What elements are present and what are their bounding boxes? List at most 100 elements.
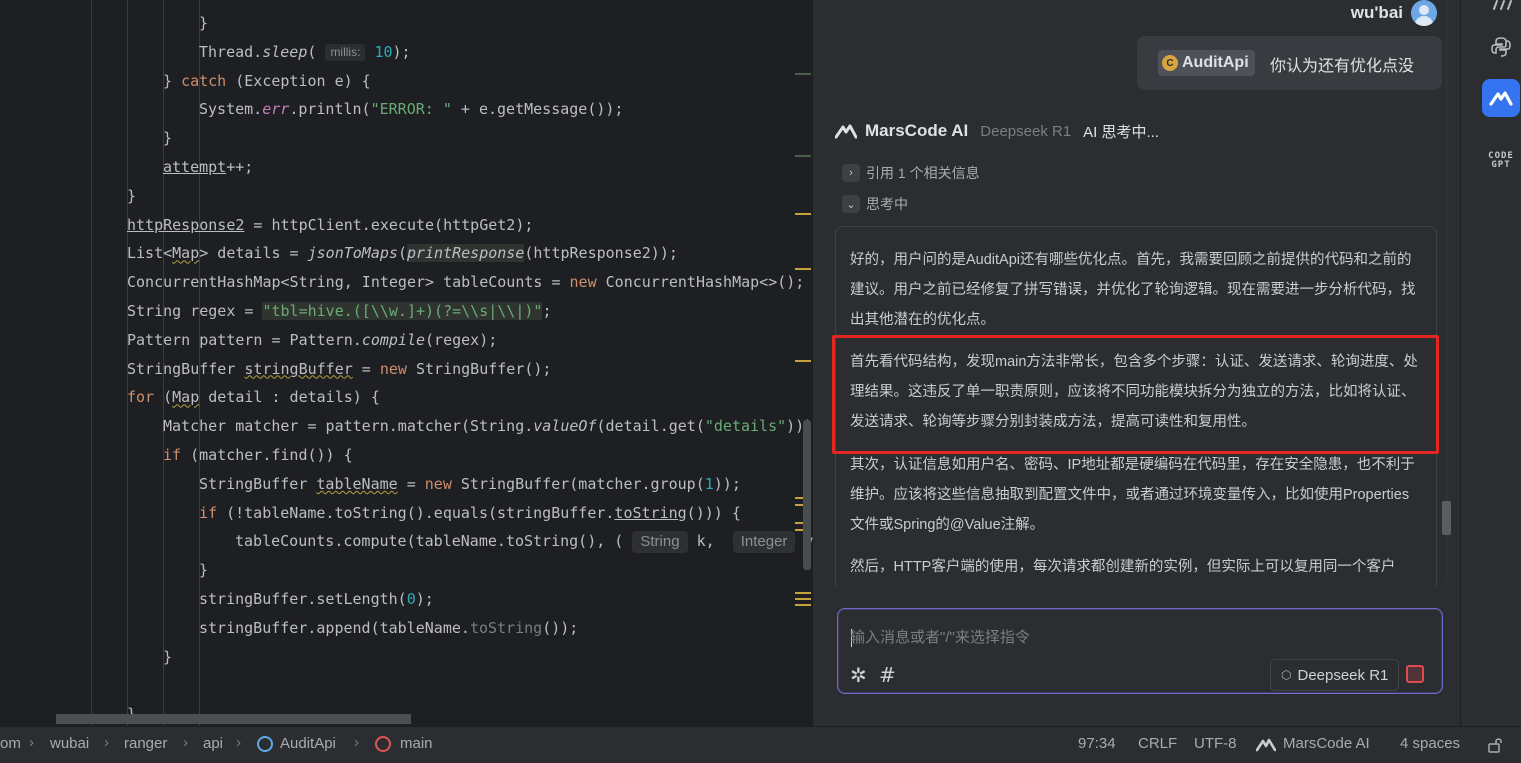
- warning-marker: [795, 604, 811, 606]
- chevron-right-icon: ›: [183, 734, 188, 751]
- right-tool-strip: CODE GPT: [1460, 0, 1521, 726]
- marscode-tool-icon[interactable]: [1482, 79, 1520, 117]
- file-reference-chip[interactable]: C AuditApi: [1158, 50, 1255, 76]
- code-token: (: [397, 244, 407, 263]
- code-token: StringBuffer(matcher.group(: [451, 474, 705, 493]
- thinking-paragraph: 好的，用户问的是AuditApi还有哪些优化点。首先，我需要回顾之前提供的代码和…: [850, 252, 1416, 328]
- line-ending[interactable]: CRLF: [1138, 735, 1177, 752]
- code-token: tableName: [316, 474, 398, 493]
- chevron-right-icon: ›: [842, 164, 860, 182]
- assistant-header: MarsCode AI Deepseek R1 AI 思考中...: [835, 119, 1159, 143]
- code-token: (: [307, 42, 326, 61]
- warning-marker: [795, 268, 811, 270]
- code-token: (: [154, 388, 173, 407]
- breadcrumb-item[interactable]: AuditApi: [280, 735, 336, 752]
- assistant-model: Deepseek R1: [980, 122, 1072, 140]
- code-token: String regex =: [127, 302, 263, 320]
- chat-scrollbar[interactable]: [1442, 501, 1451, 535]
- thinking-paragraph: 然后，HTTP客户端的使用，每次请求都创建新的实例，但实际上可以复用同一个客户: [850, 559, 1396, 575]
- ai-tool-icon[interactable]: [1482, 0, 1520, 24]
- breadcrumb-item[interactable]: api: [203, 735, 223, 752]
- stop-button[interactable]: [1406, 665, 1424, 683]
- breadcrumb-item[interactable]: wubai: [50, 735, 89, 752]
- code-token: err: [262, 100, 290, 119]
- code-token: Thread.: [199, 42, 263, 61]
- code-line: }: [163, 126, 172, 150]
- class-icon: [257, 736, 273, 752]
- breadcrumb-item[interactable]: ranger: [124, 735, 167, 752]
- user-message-bubble: C AuditApi 你认为还有优化点没: [1137, 36, 1442, 90]
- code-token: ));: [713, 474, 741, 493]
- chevron-right-icon: ›: [104, 734, 109, 751]
- change-marker: [795, 155, 811, 157]
- code-token: ++;: [226, 158, 254, 176]
- editor-horizontal-scrollbar[interactable]: [56, 714, 411, 724]
- code-token: for: [127, 388, 155, 407]
- code-token: 1: [704, 474, 714, 493]
- code-token: =: [397, 474, 425, 493]
- code-token: }: [127, 186, 137, 205]
- thinking-toggle[interactable]: ⌄ 思考中: [842, 194, 908, 214]
- code-editor[interactable]: } Thread.sleep( millis: 10);} catch (Exce…: [0, 0, 813, 726]
- code-line: httpResponse2 = httpClient.execute(httpG…: [127, 213, 533, 237]
- reference-toggle-label: 引用 1 个相关信息: [866, 165, 980, 181]
- status-bar: om › wubai › ranger › api › AuditApi › m…: [0, 726, 1521, 763]
- inlay-hint: millis:: [325, 43, 366, 61]
- code-token: "details": [704, 417, 787, 436]
- unlock-icon[interactable]: [1487, 737, 1503, 753]
- code-line: } catch (Exception e) {: [163, 69, 371, 93]
- breadcrumb-item[interactable]: main: [400, 735, 433, 752]
- code-token: valueOf: [533, 417, 597, 436]
- indent-guide: [91, 0, 92, 726]
- thinking-toggle-label: 思考中: [866, 196, 908, 212]
- codegpt-icon[interactable]: CODE GPT: [1482, 142, 1520, 180]
- sparkle-icon[interactable]: ✲: [850, 664, 867, 686]
- chevron-down-icon: ⌄: [842, 195, 860, 213]
- code-token: }: [199, 14, 209, 32]
- code-token: 0: [406, 590, 416, 608]
- code-token: =: [352, 359, 380, 378]
- method-icon: [375, 736, 391, 752]
- reference-toggle[interactable]: › 引用 1 个相关信息: [842, 163, 980, 183]
- code-token: .println(: [289, 100, 371, 119]
- cube-icon: ⬡: [1281, 668, 1292, 682]
- cursor-position[interactable]: 97:34: [1078, 735, 1116, 752]
- editor-vertical-scrollbar[interactable]: [803, 420, 811, 570]
- code-token: }: [163, 71, 182, 90]
- code-token: StringBuffer: [199, 474, 317, 493]
- model-selector[interactable]: ⬡ Deepseek R1: [1270, 659, 1400, 691]
- class-icon: C: [1162, 55, 1178, 71]
- code-token: new: [424, 474, 452, 493]
- marscode-status-icon: [1256, 738, 1276, 752]
- inlay-hint: String: [632, 530, 688, 553]
- code-token: StringBuffer: [127, 359, 245, 378]
- code-token: compile: [361, 330, 426, 349]
- code-token: "tbl=hive.([\\w.]+)(?=\\s|\\|)": [262, 302, 543, 320]
- python-console-icon[interactable]: [1482, 28, 1520, 66]
- code-token: }: [163, 129, 173, 148]
- code-token: "ERROR: ": [370, 100, 452, 119]
- breadcrumb-item[interactable]: om: [0, 735, 21, 752]
- code-token: (detail.get(: [596, 417, 705, 436]
- code-line: stringBuffer.setLength(0);: [199, 587, 434, 611]
- chevron-right-icon: ›: [236, 734, 241, 751]
- code-token: > details =: [199, 244, 308, 263]
- marscode-status[interactable]: MarsCode AI: [1283, 735, 1370, 752]
- code-token: 10: [374, 42, 393, 61]
- indent-setting[interactable]: 4 spaces: [1400, 735, 1460, 752]
- code-token: StringBuffer();: [406, 359, 552, 378]
- file-encoding[interactable]: UTF-8: [1194, 735, 1237, 752]
- chat-scroll-track: [1446, 0, 1447, 580]
- code-line: }: [199, 11, 208, 35]
- code-line: stringBuffer.append(tableName.toString()…: [199, 616, 578, 640]
- chat-input-placeholder: 输入消息或者"/"来选择指令: [850, 629, 1030, 646]
- chat-input[interactable]: 输入消息或者"/"来选择指令 ✲ # ⬡ Deepseek R1: [837, 608, 1443, 694]
- code-line: String regex = "tbl=hive.([\\w.]+)(?=\\s…: [127, 299, 551, 323]
- code-token: ());: [542, 618, 579, 637]
- chevron-right-icon: ›: [354, 734, 359, 751]
- code-line: Pattern pattern = Pattern.compile(regex)…: [127, 328, 497, 352]
- hash-icon[interactable]: #: [879, 664, 896, 686]
- warning-marker: [795, 592, 811, 594]
- code-token: (regex);: [425, 330, 498, 349]
- code-token: toString: [469, 618, 543, 637]
